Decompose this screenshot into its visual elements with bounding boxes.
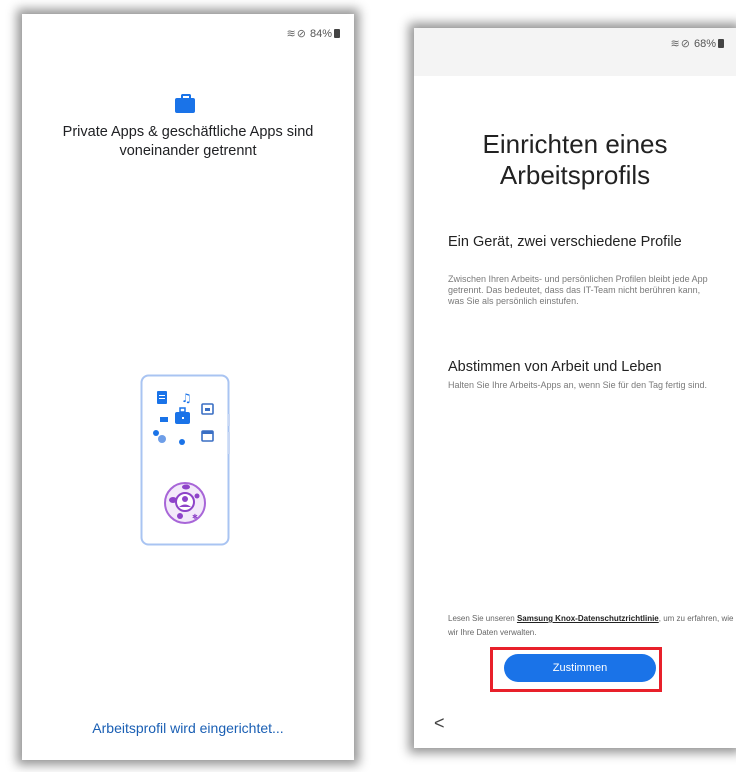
phone-screen-right: ≋⊘ 68% Einrichten eines Arbeitsprofils E… xyxy=(414,28,736,748)
back-icon[interactable]: < xyxy=(434,714,445,732)
privacy-prefix: Lesen Sie unseren xyxy=(448,614,515,623)
privacy-policy-link[interactable]: Samsung Knox-Datenschutzrichtlinie xyxy=(517,614,659,623)
battery-icon xyxy=(334,29,340,38)
battery-level: 84% xyxy=(309,28,332,40)
wifi-icon: ≋ xyxy=(286,28,296,40)
dnd-icon: ⊘ xyxy=(296,28,306,40)
page-title: Private Apps & geschäftliche Apps sind v… xyxy=(62,124,314,159)
wifi-icon: ≋ xyxy=(670,38,680,50)
privacy-notice: Lesen Sie unseren Samsung Knox-Datenschu… xyxy=(448,612,736,640)
section-body-profiles: Zwischen Ihren Arbeits- und persönlichen… xyxy=(448,274,708,306)
svg-text:♫: ♫ xyxy=(181,391,192,405)
section-heading-balance: Abstimmen von Arbeit und Leben xyxy=(448,359,662,375)
battery-level: 68% xyxy=(693,38,716,50)
work-profile-illustration-icon: ♫ ✱ xyxy=(140,374,230,546)
dnd-icon: ⊘ xyxy=(680,38,690,50)
setup-progress-text: Arbeitsprofil wird eingerichtet... xyxy=(92,720,284,736)
status-bar: ≋⊘ 84% xyxy=(286,27,340,40)
section-heading-profiles: Ein Gerät, zwei verschiedene Profile xyxy=(448,234,682,250)
phone-screen-left: ≋⊘ 84% Private Apps & geschäftliche Apps… xyxy=(22,14,354,760)
svg-text:✱: ✱ xyxy=(192,513,198,521)
page-title: Einrichten eines Arbeitsprofils xyxy=(482,129,668,190)
status-bar: ≋⊘ 68% xyxy=(670,37,724,50)
section-body-balance: Halten Sie Ihre Arbeits-Apps an, wenn Si… xyxy=(448,380,707,390)
agree-button[interactable]: Zustimmen xyxy=(504,654,656,682)
battery-icon xyxy=(718,39,724,48)
top-bar xyxy=(414,28,736,76)
briefcase-icon xyxy=(175,94,195,113)
